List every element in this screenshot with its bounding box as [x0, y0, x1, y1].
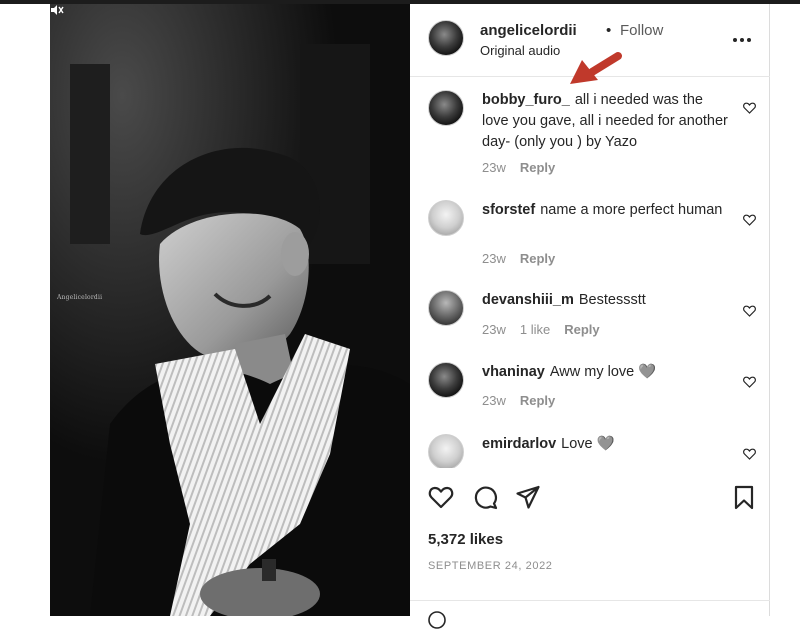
- comment-meta: 23w 1 like Reply: [482, 322, 614, 337]
- page-margin: [0, 4, 50, 616]
- comment-like-heart-icon[interactable]: [743, 214, 756, 226]
- comment-text: Love 🩶: [561, 436, 615, 452]
- comment-time: 23w: [482, 393, 506, 408]
- add-comment-area[interactable]: [410, 600, 770, 629]
- comment-like-heart-icon[interactable]: [743, 102, 756, 114]
- comment-meta: 23w Reply: [482, 251, 569, 266]
- author-username[interactable]: angelicelordii: [480, 22, 577, 39]
- commenter-avatar[interactable]: [428, 434, 464, 468]
- reply-button[interactable]: Reply: [564, 322, 599, 337]
- post-media[interactable]: Angelicelordii: [50, 4, 410, 616]
- audio-label[interactable]: Original audio: [480, 43, 560, 58]
- comment-time: 23w: [482, 251, 506, 266]
- red-arrow-annotation: [570, 52, 622, 84]
- more-options-icon[interactable]: [732, 37, 752, 43]
- commenter-username[interactable]: devanshiii_m: [482, 292, 574, 308]
- portrait-photo: [50, 4, 410, 616]
- comment-text: Aww my love 🩶: [549, 364, 657, 380]
- commenter-username[interactable]: bobby_furo_: [482, 92, 570, 108]
- comment-text: Bestessstt: [578, 292, 646, 308]
- photo-credit: Angelicelordii: [57, 294, 103, 301]
- post-date: SEPTEMBER 24, 2022: [428, 560, 553, 572]
- commenter-avatar[interactable]: [428, 290, 464, 326]
- comment-like-count[interactable]: 1 like: [520, 322, 550, 337]
- author-avatar[interactable]: [428, 20, 464, 56]
- reply-button[interactable]: Reply: [520, 393, 555, 408]
- commenter-avatar[interactable]: [428, 90, 464, 126]
- comment-body: emirdarlov Love 🩶: [482, 434, 732, 455]
- comment-meta: 23w Reply: [482, 393, 569, 408]
- commenter-username[interactable]: sforstef: [482, 202, 535, 218]
- comment-like-heart-icon[interactable]: [743, 376, 756, 388]
- bookmark-icon[interactable]: [731, 484, 757, 510]
- comment-body: vhaninay Aww my love 🩶: [482, 362, 732, 383]
- commenter-avatar[interactable]: [428, 362, 464, 398]
- comment-text: name a more perfect human: [540, 202, 723, 218]
- commenter-avatar[interactable]: [428, 200, 464, 236]
- comment-icon[interactable]: [472, 484, 498, 510]
- likes-count[interactable]: 5,372 likes: [428, 531, 503, 548]
- comment-body: sforstef name a more perfect human: [482, 200, 732, 221]
- share-icon[interactable]: [515, 484, 541, 510]
- muted-speaker-icon[interactable]: [50, 4, 64, 16]
- comment-time: 23w: [482, 322, 506, 337]
- emoji-icon[interactable]: [428, 611, 446, 629]
- reply-button[interactable]: Reply: [520, 251, 555, 266]
- heart-icon[interactable]: [428, 484, 454, 510]
- header-separator: •: [606, 22, 612, 39]
- commenter-username[interactable]: emirdarlov: [482, 436, 556, 452]
- commenter-username[interactable]: vhaninay: [482, 364, 545, 380]
- reply-button[interactable]: Reply: [520, 160, 555, 175]
- comment-time: 23w: [482, 160, 506, 175]
- post-actions-bar: [410, 476, 770, 516]
- comment-body: bobby_furo_ all i needed was the love you…: [482, 90, 732, 153]
- comment-like-heart-icon[interactable]: [743, 305, 756, 317]
- comment-body: devanshiii_m Bestessstt: [482, 290, 732, 311]
- comments-list[interactable]: bobby_furo_ all i needed was the love you…: [410, 76, 770, 468]
- post-details-panel: angelicelordii • Follow Original audio b…: [410, 4, 770, 629]
- follow-button[interactable]: Follow: [620, 22, 663, 39]
- comment-meta: 23w Reply: [482, 160, 569, 175]
- comment-like-heart-icon[interactable]: [743, 448, 756, 460]
